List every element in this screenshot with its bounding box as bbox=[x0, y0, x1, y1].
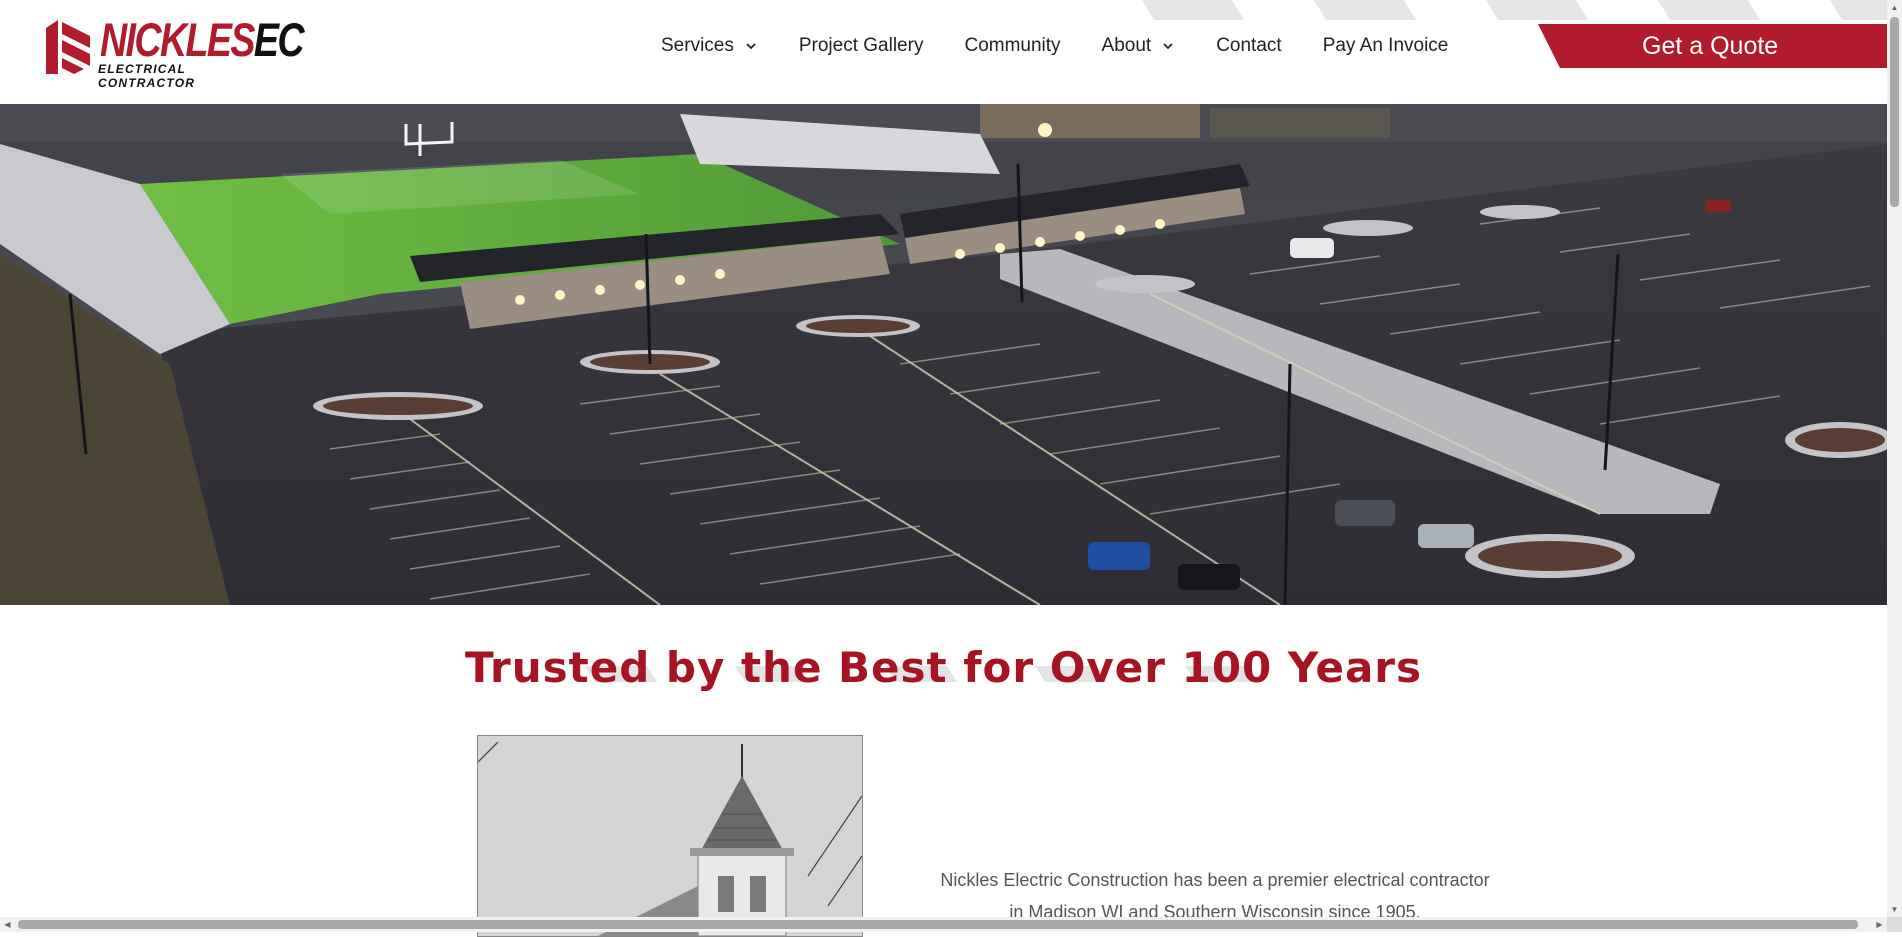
get-quote-button[interactable]: Get a Quote bbox=[1538, 24, 1887, 68]
logo-mark-icon bbox=[46, 20, 90, 74]
site-header: NICKLESEC ELECTRICAL CONTRACTOR Services… bbox=[0, 0, 1887, 104]
arrow-right-icon[interactable]: ▶ bbox=[1872, 917, 1887, 932]
chevron-down-icon bbox=[1163, 43, 1173, 50]
historic-church-photo bbox=[477, 735, 863, 937]
vertical-scrollbar[interactable]: ▲ ▼ bbox=[1887, 0, 1902, 917]
nav-label-project-gallery: Project Gallery bbox=[798, 35, 924, 56]
church-steeple-image bbox=[478, 736, 862, 936]
nav-item-pay-invoice[interactable]: Pay An Invoice bbox=[1323, 35, 1449, 57]
logo-word-black: EC bbox=[253, 13, 305, 66]
horizontal-scrollbar[interactable]: ◀ ▶ bbox=[0, 917, 1887, 932]
arrow-left-icon[interactable]: ◀ bbox=[0, 917, 15, 932]
main-nav: Services Project Gallery Community About… bbox=[661, 28, 1489, 64]
nav-item-contact[interactable]: Contact bbox=[1216, 35, 1281, 57]
logo-word-red: NICKLES bbox=[100, 13, 255, 66]
logo-wordmark: NICKLESEC bbox=[100, 13, 305, 66]
nav-item-about[interactable]: About bbox=[1102, 35, 1176, 57]
nav-item-community[interactable]: Community bbox=[964, 35, 1060, 57]
nav-item-project-gallery[interactable]: Project Gallery bbox=[799, 35, 924, 57]
nav-item-services[interactable]: Services bbox=[661, 35, 758, 57]
arrow-down-icon[interactable]: ▼ bbox=[1887, 902, 1902, 917]
vertical-scroll-thumb[interactable] bbox=[1890, 17, 1899, 207]
chevron-down-icon bbox=[746, 43, 756, 50]
section-heading-wrap: Trusted by the Best for Over 100 Years bbox=[0, 640, 1887, 696]
arrow-up-icon[interactable]: ▲ bbox=[1887, 0, 1902, 15]
get-quote-label: Get a Quote bbox=[1642, 31, 1779, 60]
nav-label-pay-invoice: Pay An Invoice bbox=[1322, 35, 1449, 56]
nav-label-about: About bbox=[1101, 35, 1152, 56]
section-heading: Trusted by the Best for Over 100 Years bbox=[465, 643, 1422, 692]
hero-aerial-photo bbox=[0, 104, 1887, 605]
scrollbar-corner bbox=[1887, 917, 1902, 932]
nav-label-services: Services bbox=[661, 35, 734, 56]
horizontal-scroll-thumb[interactable] bbox=[18, 920, 1858, 929]
hero-image bbox=[0, 104, 1887, 605]
header-decorative-stripes bbox=[1130, 0, 1887, 20]
site-logo[interactable]: NICKLESEC ELECTRICAL CONTRACTOR bbox=[44, 14, 304, 90]
nav-label-community: Community bbox=[964, 35, 1061, 56]
nav-label-contact: Contact bbox=[1216, 35, 1282, 56]
logo-tagline: ELECTRICAL CONTRACTOR bbox=[98, 62, 196, 90]
